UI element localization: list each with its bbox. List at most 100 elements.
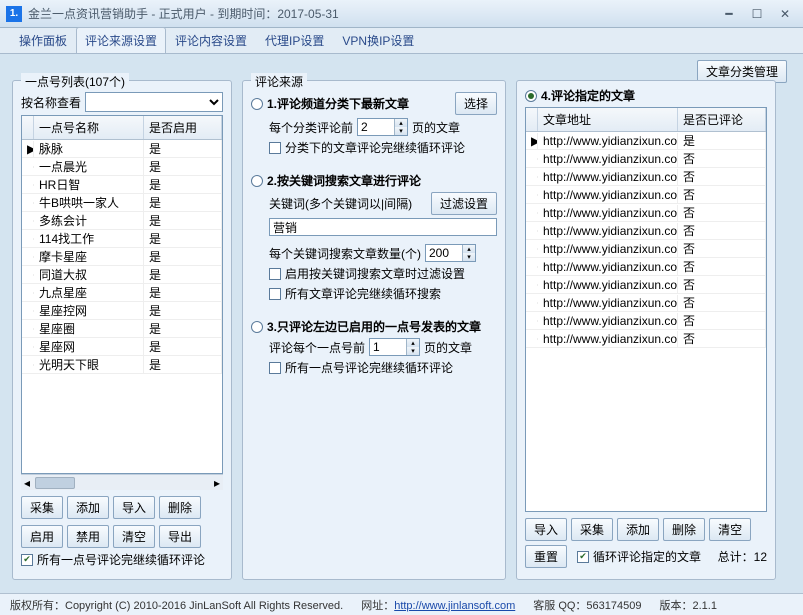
table-row[interactable]: 多练会计是 <box>22 212 222 230</box>
account-list-panel: 一点号列表(107个) 按名称查看 一点号名称 是否启用 ▶脉脉是一点晨光是HR… <box>12 80 232 580</box>
table-row[interactable]: http://www.yidianzixun.com/否 <box>526 222 766 240</box>
minimize-button[interactable]: ━ <box>717 5 741 23</box>
loop-all-accounts-checkbox[interactable] <box>21 554 33 566</box>
table-row[interactable]: HR日智是 <box>22 176 222 194</box>
table-row[interactable]: 摩卡星座是 <box>22 248 222 266</box>
account-list-title: 一点号列表(107个) <box>21 73 129 90</box>
table-row[interactable]: ▶脉脉是 <box>22 140 222 158</box>
table-row[interactable]: http://www.yidianzixun.com/否 <box>526 186 766 204</box>
loop-all-accounts-label: 所有一点号评论完继续循环评论 <box>37 551 205 568</box>
table-row[interactable]: 星座网是 <box>22 338 222 356</box>
radio-keyword[interactable] <box>251 175 263 187</box>
table-row[interactable]: http://www.yidianzixun.com/否 <box>526 294 766 312</box>
copyright-label: 版权所有： <box>10 600 65 612</box>
per-account-spinner[interactable]: ▴▾ <box>369 338 420 356</box>
table-row[interactable]: 一点晨光是 <box>22 158 222 176</box>
comment-source-panel: 评论来源 1.评论频道分类下最新文章 选择 每个分类评论前 ▴▾ 页的文章 分类… <box>242 80 506 580</box>
per-category-suffix: 页的文章 <box>412 119 460 136</box>
table-row[interactable]: 星座控网是 <box>22 302 222 320</box>
keyword-count-label: 每个关键词搜索文章数量(个) <box>269 245 421 262</box>
reset-button[interactable]: 重置 <box>525 545 567 568</box>
radio-specified-articles-label: 4.评论指定的文章 <box>541 87 635 104</box>
col-commented: 是否已评论 <box>678 108 766 131</box>
left-btn2-0[interactable]: 启用 <box>21 525 63 548</box>
loop-accounts-checkbox[interactable] <box>269 362 281 374</box>
keyword-input[interactable] <box>269 218 497 236</box>
keyword-count-input[interactable] <box>426 246 462 260</box>
tab-proxy-ip[interactable]: 代理IP设置 <box>256 27 333 53</box>
loop-specified-checkbox[interactable] <box>577 551 589 563</box>
table-row[interactable]: ▶http://www.yidianzixun.com/是 <box>526 132 766 150</box>
version-label: 版本：2.1.1 <box>660 597 717 613</box>
keyword-count-spinner[interactable]: ▴▾ <box>425 244 476 262</box>
loop-category-checkbox[interactable] <box>269 142 281 154</box>
site-link[interactable]: http://www.jinlansoft.com <box>394 600 515 612</box>
right-btn-2[interactable]: 添加 <box>617 518 659 541</box>
close-button[interactable]: ✕ <box>773 5 797 23</box>
table-row[interactable]: http://www.yidianzixun.com/否 <box>526 276 766 294</box>
left-btn-1[interactable]: 添加 <box>67 496 109 519</box>
total-count-label: 总计：12 <box>718 548 767 565</box>
table-row[interactable]: http://www.yidianzixun.com/否 <box>526 204 766 222</box>
h-scrollbar[interactable]: ◂ ▸ <box>21 474 223 490</box>
loop-keyword-label: 所有文章评论完继续循环搜索 <box>285 285 441 302</box>
loop-specified-label: 循环评论指定的文章 <box>593 548 701 565</box>
right-btn-3[interactable]: 删除 <box>663 518 705 541</box>
table-row[interactable]: 九点星座是 <box>22 284 222 302</box>
radio-specified-articles[interactable] <box>525 90 537 102</box>
table-row[interactable]: 114找工作是 <box>22 230 222 248</box>
left-btn2-2[interactable]: 清空 <box>113 525 155 548</box>
status-bar: 版权所有：Copyright (C) 2010-2016 JinLanSoft … <box>0 593 803 615</box>
table-row[interactable]: http://www.yidianzixun.com/否 <box>526 168 766 186</box>
right-btn-4[interactable]: 清空 <box>709 518 751 541</box>
per-account-input[interactable] <box>370 340 406 354</box>
account-table[interactable]: 一点号名称 是否启用 ▶脉脉是一点晨光是HR日智是牛B哄哄一家人是多练会计是11… <box>21 115 223 474</box>
radio-channel-category[interactable] <box>251 98 263 110</box>
tab-operation-panel[interactable]: 操作面板 <box>10 27 76 53</box>
radio-keyword-label: 2.按关键词搜索文章进行评论 <box>267 172 421 189</box>
radio-enabled-accounts-label: 3.只评论左边已启用的一点号发表的文章 <box>267 318 481 335</box>
table-row[interactable]: 牛B哄哄一家人是 <box>22 194 222 212</box>
loop-keyword-checkbox[interactable] <box>269 288 281 300</box>
loop-category-label: 分类下的文章评论完继续循环评论 <box>285 139 465 156</box>
table-row[interactable]: http://www.yidianzixun.com/否 <box>526 258 766 276</box>
tab-comment-source[interactable]: 评论来源设置 <box>76 27 166 53</box>
table-row[interactable]: http://www.yidianzixun.com/否 <box>526 150 766 168</box>
per-account-prefix: 评论每个一点号前 <box>269 339 365 356</box>
main-tabs: 操作面板 评论来源设置 评论内容设置 代理IP设置 VPN换IP设置 <box>0 28 803 54</box>
tab-vpn-ip[interactable]: VPN换IP设置 <box>333 27 423 53</box>
enable-keyword-filter-checkbox[interactable] <box>269 268 281 280</box>
site-label: 网址： <box>361 600 394 612</box>
comment-source-title: 评论来源 <box>251 73 307 90</box>
app-icon: 1. <box>6 6 22 22</box>
table-row[interactable]: http://www.yidianzixun.com/否 <box>526 312 766 330</box>
table-row[interactable]: 光明天下眼是 <box>22 356 222 374</box>
name-lookup-label: 按名称查看 <box>21 94 81 111</box>
left-btn-2[interactable]: 导入 <box>113 496 155 519</box>
right-btn-0[interactable]: 导入 <box>525 518 567 541</box>
table-row[interactable]: 星座圈是 <box>22 320 222 338</box>
enable-keyword-filter-label: 启用按关键词搜索文章时过滤设置 <box>285 265 465 282</box>
col-enabled: 是否启用 <box>144 116 222 139</box>
left-btn-3[interactable]: 删除 <box>159 496 201 519</box>
window-title: 金兰一点资讯营销助手 - 正式用户 - 到期时间：2017-05-31 <box>28 5 717 22</box>
copyright-text: Copyright (C) 2010-2016 JinLanSoft All R… <box>65 600 343 612</box>
article-table[interactable]: 文章地址 是否已评论 ▶http://www.yidianzixun.com/是… <box>525 107 767 512</box>
name-lookup-select[interactable] <box>85 92 223 112</box>
filter-settings-button[interactable]: 过滤设置 <box>431 192 497 215</box>
tab-comment-content[interactable]: 评论内容设置 <box>166 27 256 53</box>
select-category-button[interactable]: 选择 <box>455 92 497 115</box>
maximize-button[interactable]: ☐ <box>745 5 769 23</box>
left-btn-0[interactable]: 采集 <box>21 496 63 519</box>
table-row[interactable]: http://www.yidianzixun.com/否 <box>526 240 766 258</box>
table-row[interactable]: http://www.yidianzixun.com/否 <box>526 330 766 348</box>
per-category-input[interactable] <box>358 120 394 134</box>
right-btn-1[interactable]: 采集 <box>571 518 613 541</box>
per-category-spinner[interactable]: ▴▾ <box>357 118 408 136</box>
col-article-url: 文章地址 <box>538 108 678 131</box>
radio-enabled-accounts[interactable] <box>251 321 263 333</box>
left-btn2-3[interactable]: 导出 <box>159 525 201 548</box>
left-btn2-1[interactable]: 禁用 <box>67 525 109 548</box>
table-row[interactable]: 同道大叔是 <box>22 266 222 284</box>
per-category-prefix: 每个分类评论前 <box>269 119 353 136</box>
